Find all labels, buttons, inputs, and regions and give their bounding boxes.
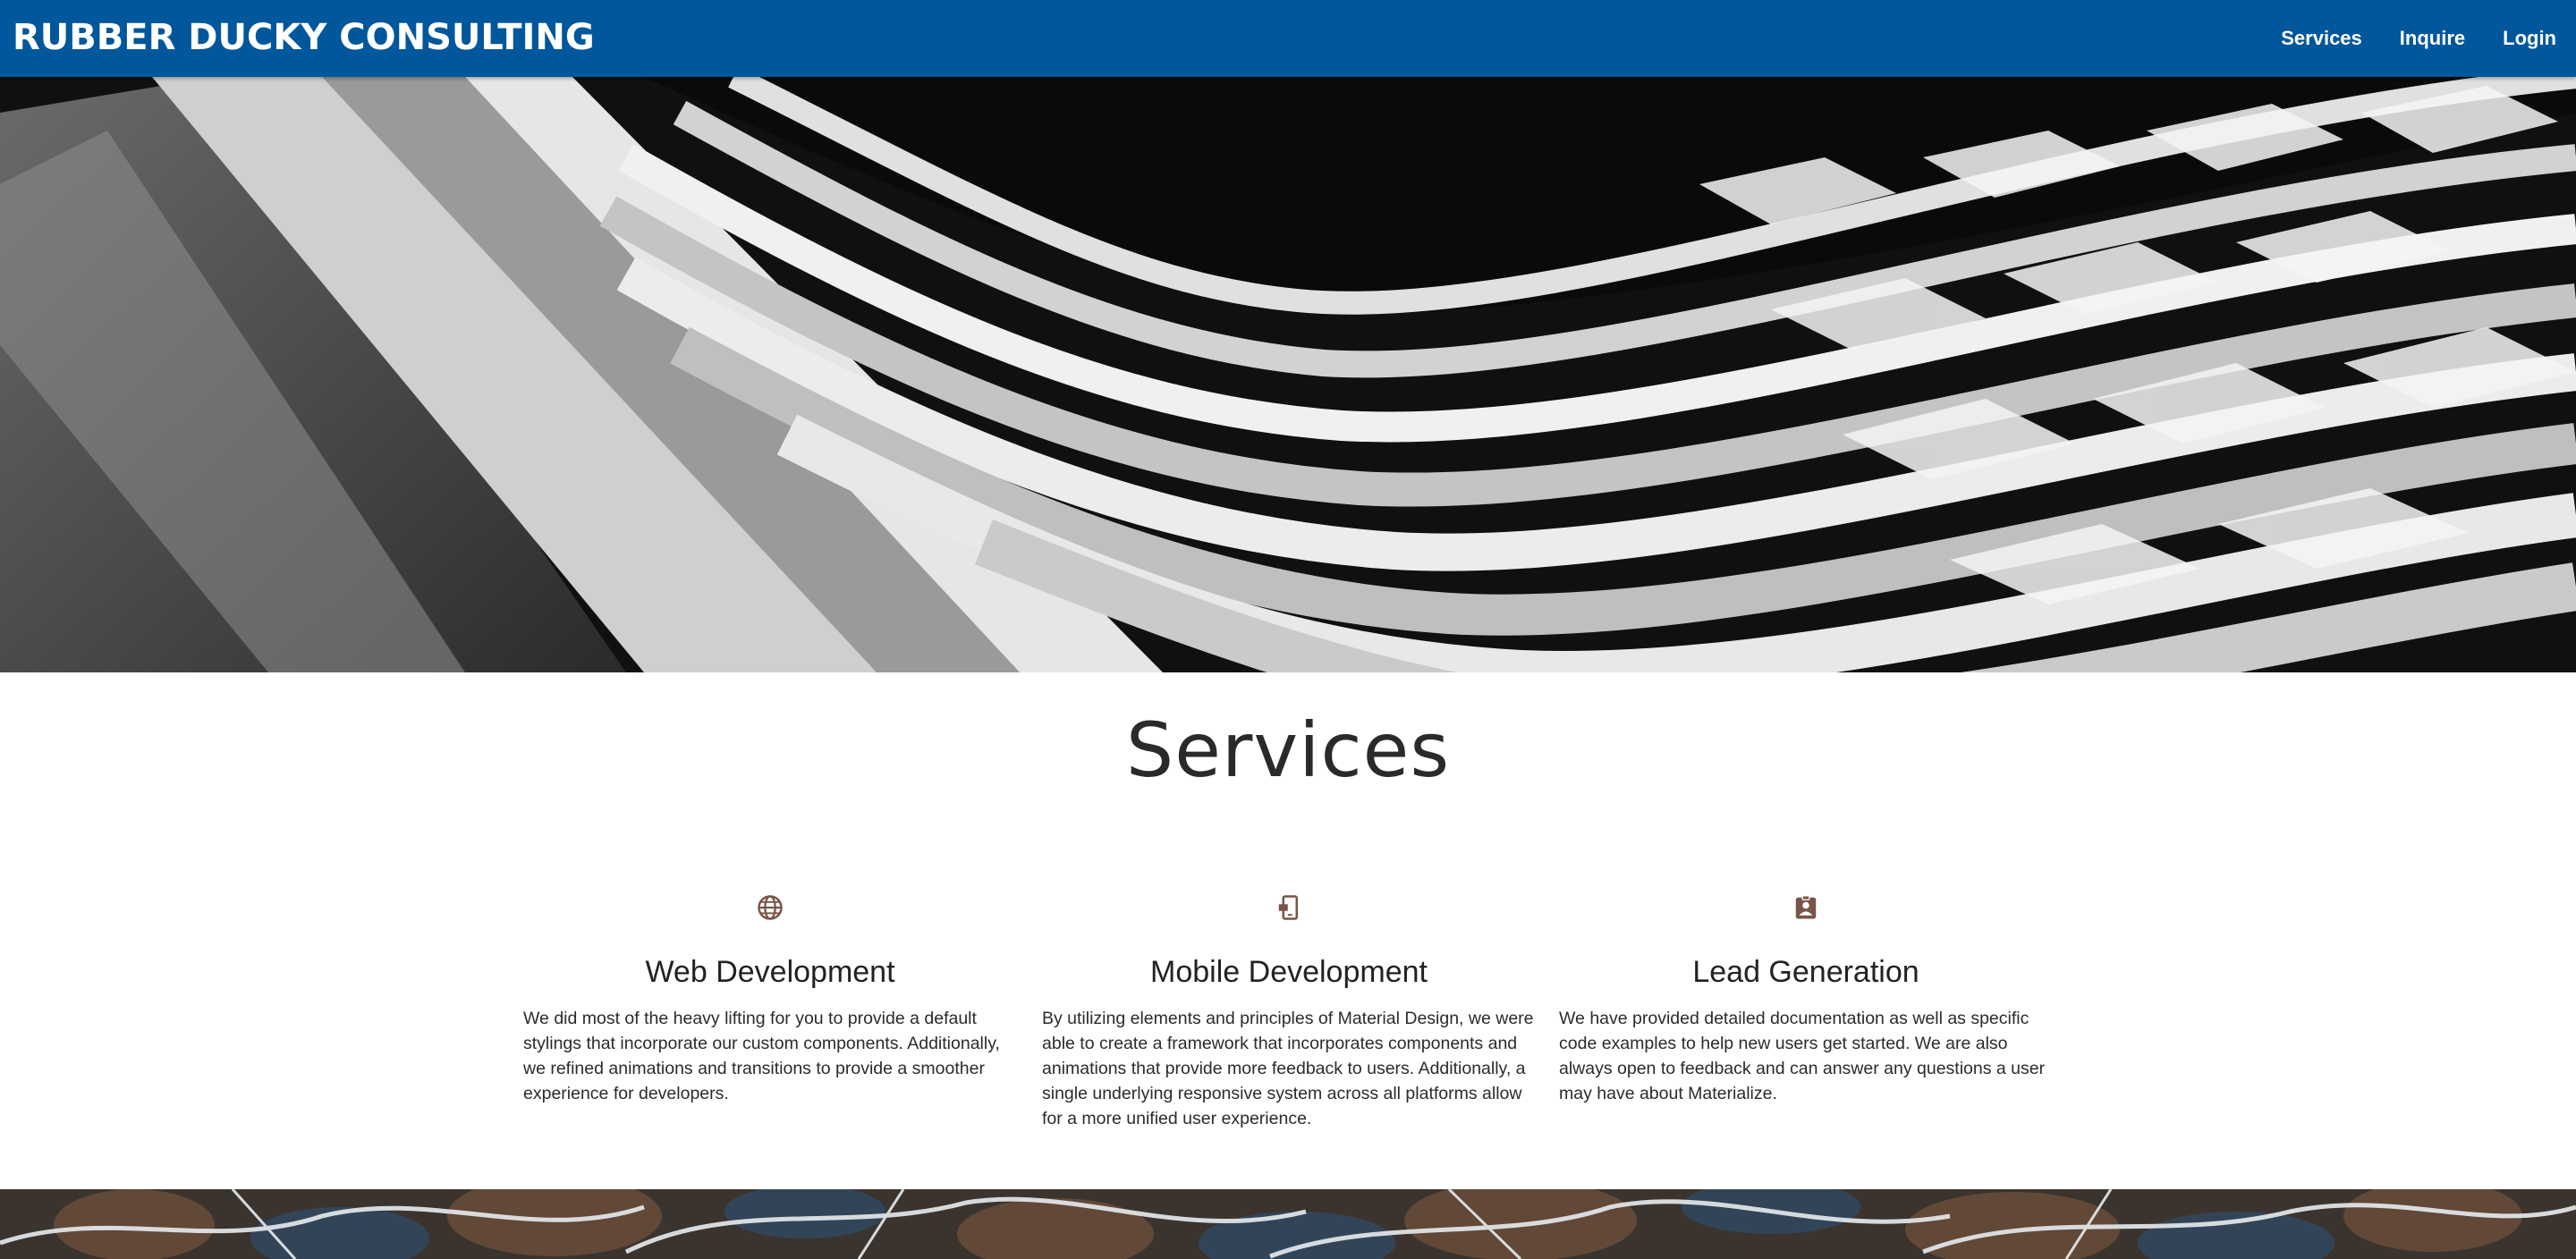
service-card-web: Web Development We did most of the heavy… (523, 894, 1017, 1106)
marble-texture (0, 1189, 2576, 1259)
service-text-lead: We have provided detailed documentation … (1559, 1009, 2046, 1103)
nav-link-services[interactable]: Services (2281, 27, 2362, 50)
nav-link-login[interactable]: Login (2503, 27, 2556, 50)
service-heading-lead: Lead Generation (1692, 955, 1919, 989)
hero-image (0, 77, 2576, 672)
service-heading-mobile: Mobile Development (1150, 955, 1428, 989)
phone-link-icon (1042, 894, 1536, 930)
hero-abstract-waves (0, 77, 2576, 672)
service-text-mobile: By utilizing elements and principles of … (1042, 1009, 1534, 1128)
service-text-web: We did most of the heavy lifting for you… (523, 1009, 1000, 1103)
service-heading-web: Web Development (645, 955, 895, 989)
globe-icon (523, 894, 1017, 930)
nav-link-inquire[interactable]: Inquire (2400, 27, 2465, 50)
assignment-ind-icon (1559, 894, 2053, 930)
nav-links: Services Inquire Login (2243, 0, 2556, 77)
service-card-mobile: Mobile Development By utilizing elements… (1042, 894, 1536, 1131)
brand-logo[interactable]: RUBBER DUCKY CONSULTING (13, 13, 595, 63)
service-card-lead: Lead Generation We have provided detaile… (1559, 894, 2053, 1106)
services-heading: Services (1125, 706, 1451, 794)
top-navbar: RUBBER DUCKY CONSULTING Services Inquire… (0, 0, 2576, 77)
marble-parallax-image (0, 1189, 2576, 1259)
